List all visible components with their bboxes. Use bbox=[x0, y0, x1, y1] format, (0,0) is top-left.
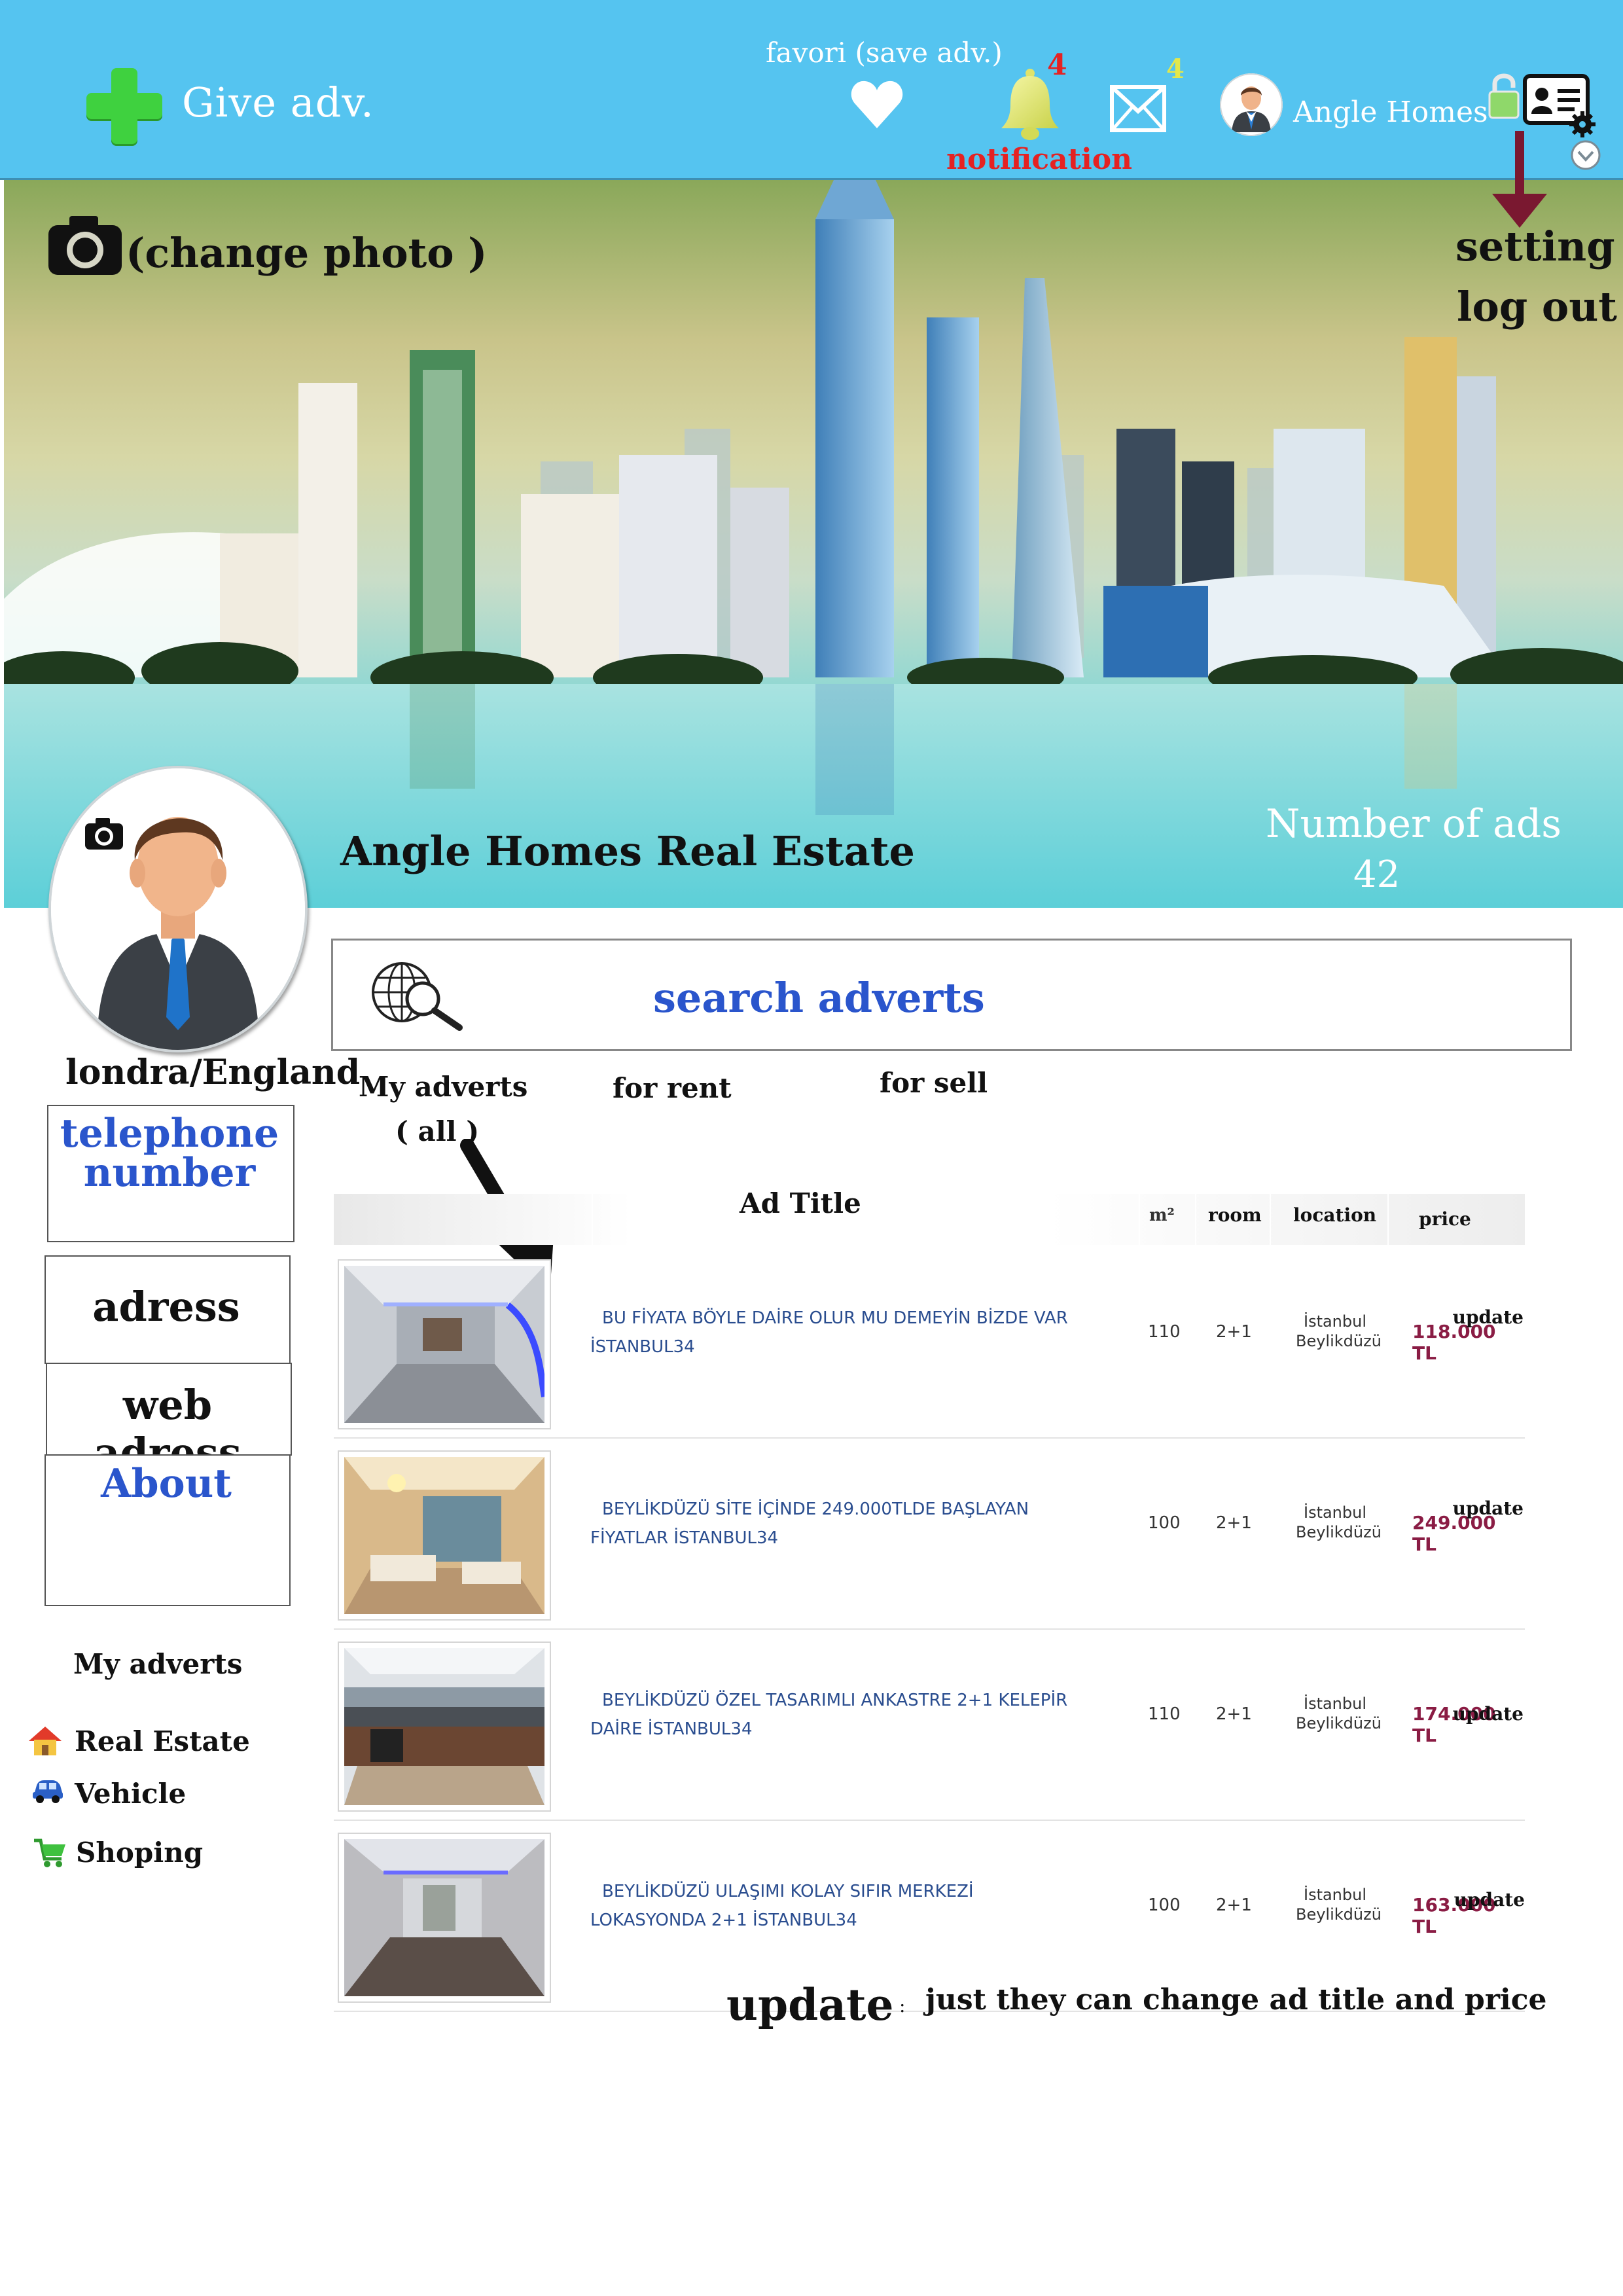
update-button[interactable]: update bbox=[1453, 1498, 1524, 1519]
table-row[interactable]: BEYLİKDÜZÜ SİTE İÇİNDE 249.000TLDE BAŞLA… bbox=[334, 1439, 1525, 1630]
message-count-badge: 4 bbox=[1166, 54, 1185, 84]
table-row[interactable]: BU FİYATA BÖYLE DAİRE OLUR MU DEMEYİN Bİ… bbox=[334, 1247, 1525, 1439]
profile-location: londra/England bbox=[65, 1052, 361, 1092]
sidebar-item-shopping[interactable]: Shoping bbox=[76, 1837, 203, 1869]
ad-title[interactable]: BEYLİKDÜZÜ SİTE İÇİNDE 249.000TLDE BAŞLA… bbox=[590, 1495, 1127, 1552]
sidebar-item-vehicle[interactable]: Vehicle bbox=[75, 1778, 186, 1810]
house-icon bbox=[29, 1727, 62, 1755]
logout-link[interactable]: log out bbox=[1457, 283, 1617, 331]
ad-thumbnail[interactable] bbox=[338, 1450, 551, 1621]
tab-for-sell[interactable]: for sell bbox=[880, 1067, 988, 1099]
room-photo bbox=[344, 1266, 544, 1423]
camera-icon[interactable] bbox=[46, 212, 124, 278]
room-photo bbox=[344, 1457, 544, 1614]
profile-card-icon[interactable] bbox=[1522, 72, 1596, 137]
ad-location: İstanbul Beylikdüzü bbox=[1296, 1885, 1382, 1924]
change-photo-button[interactable]: (change photo ) bbox=[126, 229, 488, 277]
notification-count-badge: 4 bbox=[1047, 48, 1067, 82]
camera-icon[interactable] bbox=[84, 816, 124, 851]
lock-icon bbox=[1488, 73, 1520, 119]
ad-m2: 100 bbox=[1148, 1513, 1181, 1533]
ad-title[interactable]: BU FİYATA BÖYLE DAİRE OLUR MU DEMEYİN Bİ… bbox=[590, 1304, 1127, 1361]
ad-title[interactable]: BEYLİKDÜZÜ ÖZEL TASARIMLI ANKASTRE 2+1 K… bbox=[590, 1686, 1127, 1744]
update-button[interactable]: update bbox=[1453, 1306, 1524, 1328]
column-header-m2[interactable]: m² bbox=[1149, 1206, 1175, 1225]
user-name[interactable]: Angle Homes bbox=[1293, 96, 1488, 129]
sidebar-item-real-estate[interactable]: Real Estate bbox=[75, 1725, 250, 1757]
ad-location: İstanbul Beylikdüzü bbox=[1296, 1312, 1382, 1351]
profile-photo[interactable] bbox=[48, 766, 308, 1052]
update-note-colon: : bbox=[899, 1995, 906, 2017]
ad-location: İstanbul Beylikdüzü bbox=[1296, 1503, 1382, 1542]
ad-room: 2+1 bbox=[1216, 1895, 1252, 1915]
favori-label: favori (save adv.) bbox=[766, 37, 1003, 69]
ad-location-district: Beylikdüzü bbox=[1296, 1714, 1382, 1732]
kitchen-photo bbox=[344, 1648, 544, 1805]
tab-for-rent[interactable]: for rent bbox=[613, 1072, 732, 1104]
plus-icon[interactable] bbox=[86, 68, 162, 144]
ad-title-line1: BU FİYATA BÖYLE DAİRE OLUR MU DEMEYİN Bİ… bbox=[602, 1308, 1068, 1328]
update-note-text: just they can change ad title and price bbox=[925, 1983, 1547, 2017]
ad-title-line1: BEYLİKDÜZÜ ULAŞIMI KOLAY SIFIR MERKEZİ bbox=[602, 1882, 974, 1901]
ad-title-line2: FİYATLAR İSTANBUL34 bbox=[590, 1528, 779, 1548]
mail-icon[interactable] bbox=[1110, 85, 1166, 132]
ad-title-line1: BEYLİKDÜZÜ ÖZEL TASARIMLI ANKASTRE 2+1 K… bbox=[602, 1691, 1068, 1710]
setting-link[interactable]: setting bbox=[1455, 223, 1615, 270]
address-field[interactable]: adress bbox=[45, 1283, 288, 1331]
ad-room: 2+1 bbox=[1216, 1513, 1252, 1533]
avatar[interactable] bbox=[1220, 73, 1283, 136]
column-header-location[interactable]: location bbox=[1293, 1204, 1376, 1226]
ad-location-city: İstanbul bbox=[1303, 1886, 1367, 1904]
heart-icon[interactable] bbox=[849, 77, 904, 132]
notification-label: notification bbox=[946, 143, 1133, 176]
chevron-down-icon[interactable] bbox=[1569, 139, 1602, 171]
ad-m2: 110 bbox=[1148, 1322, 1181, 1342]
cart-icon bbox=[34, 1839, 65, 1867]
sidebar-title: My adverts bbox=[73, 1648, 243, 1680]
ad-title-line2: İSTANBUL34 bbox=[590, 1337, 695, 1357]
ads-count-label: Number of ads bbox=[1266, 801, 1562, 847]
ads-count-value: 42 bbox=[1353, 853, 1400, 896]
ad-m2: 100 bbox=[1148, 1895, 1181, 1915]
room-photo bbox=[344, 1839, 544, 1996]
search-input[interactable]: search adverts bbox=[653, 974, 985, 1022]
column-header-ad-title[interactable]: Ad Title bbox=[740, 1187, 861, 1219]
company-name: Angle Homes Real Estate bbox=[340, 827, 915, 875]
ad-title-line2: DAİRE İSTANBUL34 bbox=[590, 1719, 753, 1739]
telephone-field[interactable]: telephone number bbox=[47, 1114, 292, 1193]
ad-location-district: Beylikdüzü bbox=[1296, 1905, 1382, 1924]
car-icon bbox=[33, 1780, 63, 1803]
ad-location-city: İstanbul bbox=[1303, 1503, 1367, 1522]
about-link[interactable]: About bbox=[45, 1461, 288, 1507]
table-row[interactable]: BEYLİKDÜZÜ ÖZEL TASARIMLI ANKASTRE 2+1 K… bbox=[334, 1630, 1525, 1821]
telephone-label-line1: telephone bbox=[60, 1111, 279, 1157]
ad-thumbnail[interactable] bbox=[338, 1641, 551, 1812]
ad-m2: 110 bbox=[1148, 1704, 1181, 1724]
ad-thumbnail[interactable] bbox=[338, 1833, 551, 2003]
ad-title-line2: LOKASYONDA 2+1 İSTANBUL34 bbox=[590, 1910, 857, 1930]
column-header-room[interactable]: room bbox=[1208, 1204, 1262, 1226]
update-button[interactable]: update bbox=[1453, 1703, 1524, 1725]
ad-title-line1: BEYLİKDÜZÜ SİTE İÇİNDE 249.000TLDE BAŞLA… bbox=[602, 1499, 1029, 1519]
globe-search-icon[interactable] bbox=[366, 960, 465, 1031]
ad-location-city: İstanbul bbox=[1303, 1695, 1367, 1713]
ad-thumbnail[interactable] bbox=[338, 1259, 551, 1429]
ad-room: 2+1 bbox=[1216, 1322, 1252, 1342]
ad-title[interactable]: BEYLİKDÜZÜ ULAŞIMI KOLAY SIFIR MERKEZİ L… bbox=[590, 1877, 1127, 1935]
ad-location-district: Beylikdüzü bbox=[1296, 1332, 1382, 1350]
ad-location: İstanbul Beylikdüzü bbox=[1296, 1694, 1382, 1733]
tab-my-adverts[interactable]: My adverts bbox=[359, 1071, 527, 1103]
arrow-down-icon bbox=[1492, 131, 1547, 228]
update-button[interactable]: update bbox=[1454, 1889, 1525, 1910]
column-header-price[interactable]: price bbox=[1419, 1208, 1471, 1230]
telephone-label-line2: number bbox=[83, 1150, 256, 1196]
ad-location-city: İstanbul bbox=[1303, 1312, 1367, 1331]
give-adv-button[interactable]: Give adv. bbox=[182, 79, 374, 126]
ad-location-district: Beylikdüzü bbox=[1296, 1523, 1382, 1541]
update-note-label: update bbox=[726, 1979, 894, 2030]
ad-room: 2+1 bbox=[1216, 1704, 1252, 1724]
